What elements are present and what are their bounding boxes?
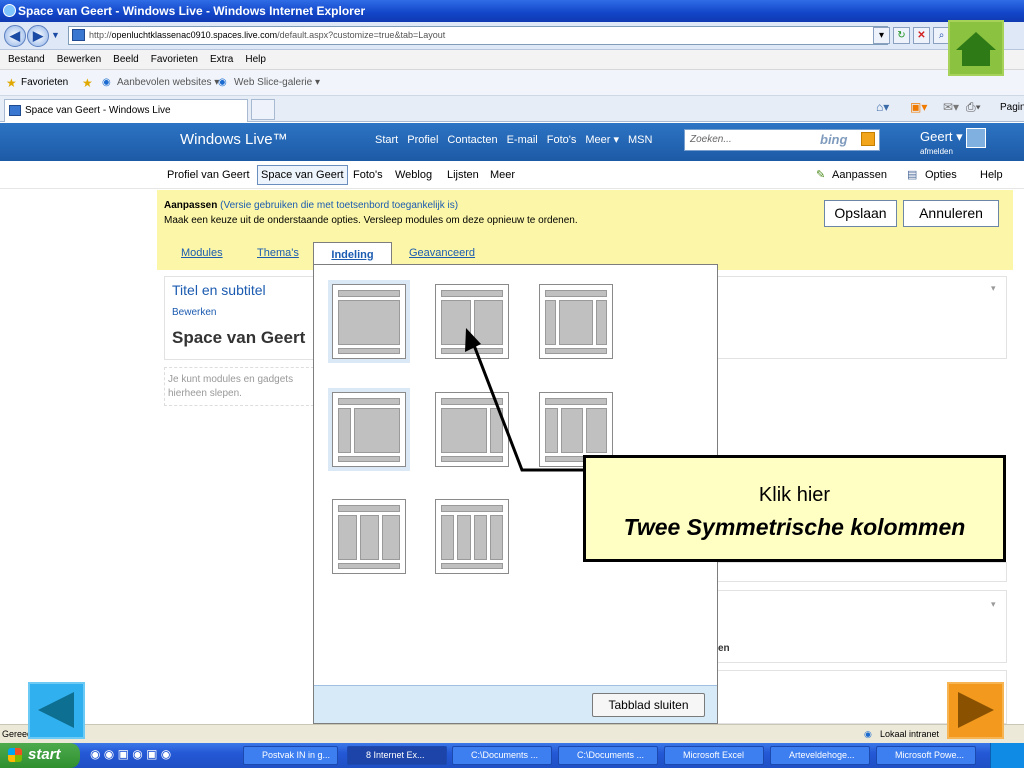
intranet-icon: ◉ <box>864 729 872 739</box>
annotation-arrow <box>465 328 583 472</box>
callout-box: Klik hier Twee Symmetrische kolommen <box>583 455 1006 562</box>
start-button[interactable]: start <box>0 743 80 768</box>
taskbar-item[interactable]: 8 Internet Ex... <box>347 746 447 765</box>
previous-slide-button[interactable] <box>28 682 85 739</box>
quicklaunch-icons[interactable]: ◉ ◉ ▣ ◉ ▣ ◉ <box>90 747 171 761</box>
taskbar-item[interactable]: C:\Documents ... <box>558 746 658 765</box>
taskbar-item[interactable]: C:\Documents ... <box>452 746 552 765</box>
arrow-left-icon <box>38 692 74 728</box>
next-slide-button[interactable] <box>947 682 1004 739</box>
windows-logo-icon <box>8 748 22 762</box>
status-bar: Gereed ◉ Lokaal intranet <box>0 724 1024 743</box>
taskbar-item[interactable]: Postvak IN in g... <box>243 746 338 765</box>
taskbar-item[interactable]: Microsoft Excel <box>664 746 764 765</box>
system-tray[interactable] <box>990 743 1024 768</box>
taskbar-item[interactable]: Microsoft Powe... <box>876 746 976 765</box>
callout-line2: Twee Symmetrische kolommen <box>623 514 966 540</box>
house-icon <box>956 32 996 66</box>
callout-line1: Klik hier <box>758 484 831 506</box>
taskbar-item[interactable]: Arteveldehoge... <box>770 746 870 765</box>
security-zone[interactable]: Lokaal intranet <box>880 725 939 743</box>
taskbar: start ◉ ◉ ▣ ◉ ▣ ◉ Postvak IN in g... 8 I… <box>0 743 1024 768</box>
arrow-right-icon <box>958 692 994 728</box>
home-button[interactable] <box>948 20 1004 76</box>
